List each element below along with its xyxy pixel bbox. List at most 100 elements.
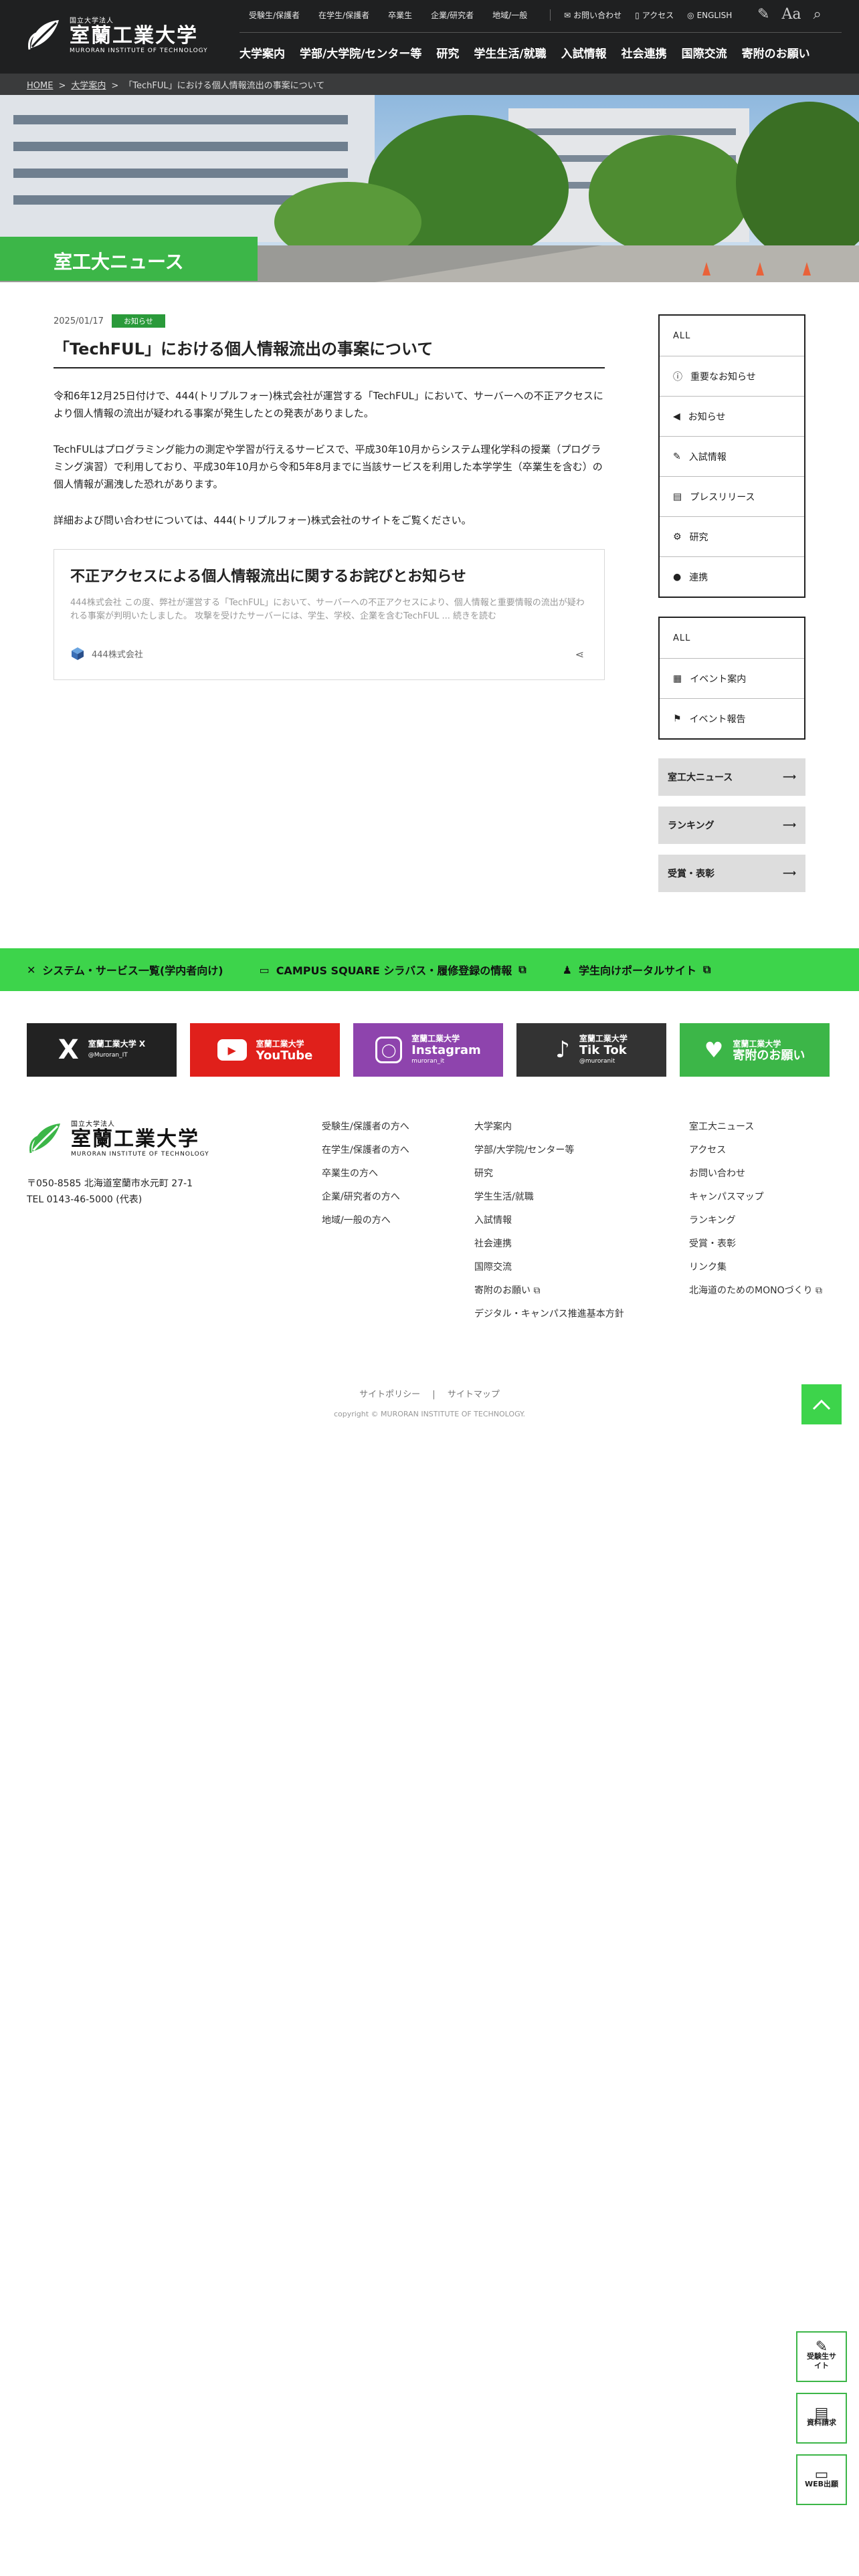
footer-link[interactable]: ランキング bbox=[689, 1209, 822, 1232]
main-nav-item[interactable]: 入試情報 bbox=[561, 44, 607, 61]
category-notice[interactable]: ◀ お知らせ bbox=[660, 396, 804, 436]
footer-logo[interactable]: 国立大学法人 室蘭工業大学 MURORAN INSTITUTE OF TECHN… bbox=[27, 1118, 209, 1158]
audience-nav: 受験生/保護者 在学生/保護者 卒業生 企業/研究者 地域/一般 bbox=[240, 9, 537, 21]
category-collaboration[interactable]: ● 連携 bbox=[660, 556, 804, 597]
footer-link[interactable]: 学生生活/就職 bbox=[474, 1186, 624, 1209]
footer-link[interactable]: 社会連携 bbox=[474, 1232, 624, 1256]
systems-link[interactable]: ✕ システム・サービス一覧(学内者向け) bbox=[27, 962, 223, 978]
student-portal-link[interactable]: ♟ 学生向けポータルサイト ⧉ bbox=[563, 962, 711, 978]
contact-link[interactable]: ✉ お問い合わせ bbox=[564, 9, 622, 21]
footer-link[interactable]: 企業/研究者の方へ bbox=[322, 1186, 409, 1209]
youtube-banner[interactable]: ▶ 室蘭工業大学 YouTube bbox=[190, 1023, 340, 1077]
category-all[interactable]: ALL bbox=[660, 316, 804, 356]
main-nav-item[interactable]: 大学案内 bbox=[240, 44, 285, 61]
footer-link[interactable]: 国際交流 bbox=[474, 1256, 624, 1279]
access-link[interactable]: ▯ アクセス bbox=[635, 9, 674, 21]
sitemap-link[interactable]: サイトマップ bbox=[448, 1390, 500, 1400]
footer-link[interactable]: 受賞・表彰 bbox=[689, 1232, 822, 1256]
site-logo[interactable]: 国立大学法人 室蘭工業大学 MURORAN INSTITUTE OF TECHN… bbox=[25, 15, 208, 54]
footer-link[interactable]: 寄附のお願い ⧉ bbox=[474, 1279, 624, 1303]
event-report[interactable]: ⚑ イベント報告 bbox=[660, 698, 804, 738]
font-size-icon[interactable]: Aa bbox=[781, 6, 801, 23]
float-exam-site-button[interactable]: ✎ 受験生サイト bbox=[796, 2331, 847, 2382]
footer-link[interactable]: 研究 bbox=[474, 1162, 624, 1186]
category-important[interactable]: ⓘ 重要なお知らせ bbox=[660, 356, 804, 396]
main-nav-item[interactable]: 学部/大学院/センター等 bbox=[300, 44, 421, 61]
tiktok-banner[interactable]: ♪ 室蘭工業大学 Tik Tok @muroranit bbox=[516, 1023, 666, 1077]
footer-link[interactable]: キャンパスマップ bbox=[689, 1186, 822, 1209]
footer-link[interactable]: 卒業生の方へ bbox=[322, 1162, 409, 1186]
sidebar-links: 室工大ニュース ⟶ ランキング ⟶ 受賞・表彰 ⟶ bbox=[658, 758, 805, 903]
share-icon[interactable]: ⋖ bbox=[575, 648, 584, 661]
sidebar-link-ranking[interactable]: ランキング ⟶ bbox=[658, 807, 805, 844]
footer-link[interactable]: 在学生/保護者の方へ bbox=[322, 1139, 409, 1162]
category-label: 連携 bbox=[689, 572, 708, 583]
social-links: X 室蘭工業大学 X @Muroran_IT ▶ 室蘭工業大学 YouTube ◯ … bbox=[27, 1023, 830, 1077]
back-to-top-button[interactable] bbox=[801, 1384, 842, 1424]
footer-link[interactable]: お問い合わせ bbox=[689, 1162, 822, 1186]
breadcrumb-home[interactable]: HOME bbox=[27, 81, 53, 91]
float-web-apply-button[interactable]: ▭ WEB出願 bbox=[796, 2454, 847, 2505]
audience-link[interactable]: 地域/一般 bbox=[483, 9, 537, 21]
footer-link[interactable]: 室工大ニュース bbox=[689, 1115, 822, 1139]
float-brochure-button[interactable]: ▤ 資料請求 bbox=[796, 2393, 847, 2444]
campus-square-link[interactable]: ▭ CAMPUS SQUARE シラバス・履修登録の情報 ⧉ bbox=[260, 962, 527, 978]
systems-label: システム・サービス一覧(学内者向け) bbox=[42, 964, 223, 977]
footer-link[interactable]: 北海道のためのMONOづくり ⧉ bbox=[689, 1279, 822, 1303]
link-card-description: 444株式会社 この度、弊社が運営する「TechFUL」において、サーバーへの不… bbox=[70, 598, 585, 621]
accessibility-icon[interactable]: ✎ bbox=[757, 6, 769, 23]
audience-link[interactable]: 企業/研究者 bbox=[421, 9, 483, 21]
footer-link[interactable]: 受験生/保護者の方へ bbox=[322, 1115, 409, 1139]
footer-link[interactable]: アクセス bbox=[689, 1139, 822, 1162]
arrow-right-icon: ⟶ bbox=[782, 820, 796, 831]
category-label: 研究 bbox=[689, 532, 708, 543]
footer-link[interactable]: 地域/一般の方へ bbox=[322, 1209, 409, 1232]
category-press[interactable]: ▤ プレスリリース bbox=[660, 476, 804, 516]
sidebar-link-news[interactable]: 室工大ニュース ⟶ bbox=[658, 758, 805, 796]
search-icon[interactable]: ⌕ bbox=[813, 6, 821, 23]
main-nav-item[interactable]: 国際交流 bbox=[682, 44, 727, 61]
footer-link[interactable]: 入試情報 bbox=[474, 1209, 624, 1232]
category-research[interactable]: ⚙ 研究 bbox=[660, 516, 804, 556]
link-card[interactable]: 不正アクセスによる個人情報流出に関するお詫びとお知らせ 444株式会社 この度、… bbox=[54, 549, 605, 680]
main-nav-item[interactable]: 寄附のお願い bbox=[742, 44, 810, 61]
x-banner[interactable]: X 室蘭工業大学 X @Muroran_IT bbox=[27, 1023, 177, 1077]
x-icon: X bbox=[58, 1035, 79, 1065]
breadcrumb-section[interactable]: 大学案内 bbox=[71, 81, 106, 91]
alert-icon: ⓘ bbox=[673, 371, 682, 383]
footer-link[interactable]: リンク集 bbox=[689, 1256, 822, 1279]
main-nav-item[interactable]: 研究 bbox=[436, 44, 459, 61]
footer-link[interactable]: デジタル・キャンパス推進基本方針 bbox=[474, 1303, 624, 1326]
article-meta: 2025/01/17 お知らせ bbox=[54, 314, 605, 328]
sidebar-link-awards[interactable]: 受賞・表彰 ⟶ bbox=[658, 855, 805, 892]
breadcrumb-sep: > bbox=[111, 81, 119, 91]
main-nav-item[interactable]: 社会連携 bbox=[622, 44, 667, 61]
footer-link-label: 北海道のためのMONOづくり bbox=[689, 1285, 813, 1296]
logo-en-text: MURORAN INSTITUTE OF TECHNOLOGY bbox=[70, 47, 208, 54]
english-link[interactable]: ◎ ENGLISH bbox=[687, 9, 732, 21]
donation-banner[interactable]: ♥ 室蘭工業大学 寄附のお願い bbox=[680, 1023, 830, 1077]
category-admission[interactable]: ✎ 入試情報 bbox=[660, 436, 804, 476]
category-badge[interactable]: お知らせ bbox=[111, 314, 165, 328]
audience-link[interactable]: 在学生/保護者 bbox=[309, 9, 379, 21]
audience-link[interactable]: 卒業生 bbox=[379, 9, 421, 21]
logo-title: 室蘭工業大学 bbox=[70, 24, 198, 47]
event-info[interactable]: ▦ イベント案内 bbox=[660, 658, 804, 698]
event-filter: ALL ▦ イベント案内 ⚑ イベント報告 bbox=[658, 617, 805, 740]
audience-link[interactable]: 受験生/保護者 bbox=[240, 9, 309, 21]
main-nav-item[interactable]: 学生生活/就職 bbox=[474, 44, 546, 61]
category-filter: ALL ⓘ 重要なお知らせ ◀ お知らせ ✎ 入試情報 ▤ プレスリリース ⚙ 研究 ● 連… bbox=[658, 314, 805, 598]
sidebar-link-label: 受賞・表彰 bbox=[668, 869, 714, 879]
footer-link[interactable]: 大学案内 bbox=[474, 1115, 624, 1139]
event-all[interactable]: ALL bbox=[660, 618, 804, 658]
footer-link[interactable]: 学部/大学院/センター等 bbox=[474, 1139, 624, 1162]
campus-square-label: CAMPUS SQUARE シラバス・履修登録の情報 bbox=[276, 964, 512, 977]
logo-leaf-icon bbox=[29, 1123, 60, 1153]
instagram-icon: ◯ bbox=[375, 1037, 403, 1063]
footer-col-audience: 受験生/保護者の方へ 在学生/保護者の方へ 卒業生の方へ 企業/研究者の方へ 地… bbox=[322, 1115, 409, 1232]
link-card-title[interactable]: 不正アクセスによる個人情報流出に関するお詫びとお知らせ bbox=[70, 564, 588, 586]
donation-banner-name: 寄附のお願い bbox=[733, 1049, 805, 1063]
instagram-banner[interactable]: ◯ 室蘭工業大学 Instagram muroran_it bbox=[353, 1023, 503, 1077]
site-policy-link[interactable]: サイトポリシー bbox=[359, 1390, 420, 1400]
footer-tel: TEL 0143-46-5000 (代表) bbox=[27, 1194, 142, 1205]
